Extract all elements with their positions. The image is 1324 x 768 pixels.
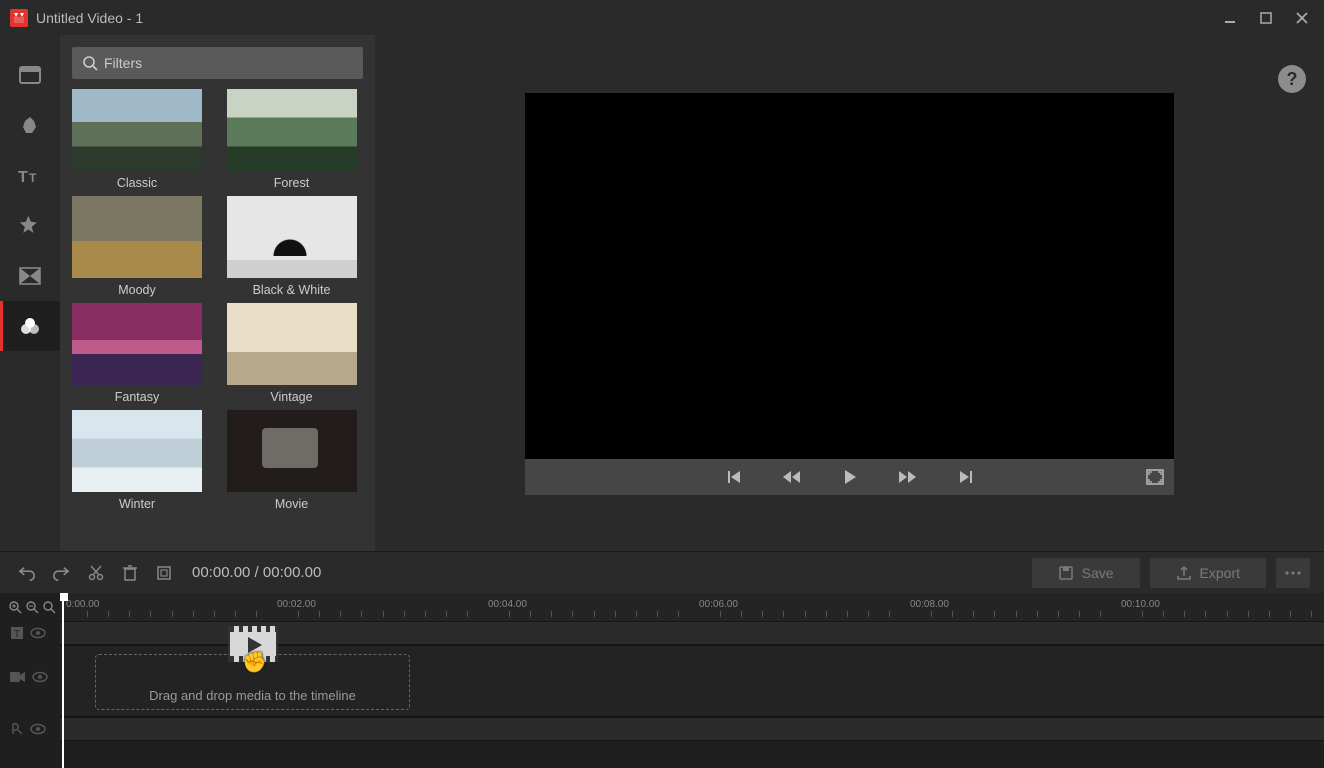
ruler-label: 00:10.00 [1121, 599, 1160, 610]
skip-start-button[interactable] [726, 469, 742, 485]
title-bar: Untitled Video - 1 [0, 0, 1324, 35]
filter-item-classic[interactable]: Classic [72, 89, 202, 190]
rail-media[interactable] [0, 51, 60, 101]
drag-clip-icon: ✊ [228, 626, 282, 674]
help-button[interactable]: ? [1278, 65, 1306, 93]
video-track-icon [10, 671, 26, 683]
filters-panel: Classic Forest Moody Black & White Fantasy Vi… [60, 35, 375, 551]
zoom-fit-button[interactable] [42, 600, 56, 614]
filter-item-fantasy[interactable]: Fantasy [72, 303, 202, 404]
filter-thumb [72, 196, 202, 278]
filter-thumb [227, 89, 357, 171]
app-icon [10, 9, 28, 27]
timeline-toolbar: 00:00.00 / 00:00.00 Save Export [0, 551, 1324, 593]
window-title: Untitled Video - 1 [36, 10, 143, 26]
cut-button[interactable] [82, 559, 110, 587]
filter-label: Movie [227, 497, 357, 511]
time-ruler[interactable]: 0:00.00 00:02.00 00:04.00 00:06.00 00:08.00 0… [60, 593, 1324, 621]
filter-label: Moody [72, 283, 202, 297]
rail-text[interactable]: TT [0, 151, 60, 201]
video-track[interactable]: Drag and drop media to the timeline ✊ [60, 645, 1324, 717]
filter-thumb [72, 303, 202, 385]
filter-label: Winter [72, 497, 202, 511]
rail-transition[interactable] [0, 251, 60, 301]
skip-end-button[interactable] [958, 469, 974, 485]
preview-area: ? [375, 35, 1324, 551]
playhead-time: 00:00.00 / 00:00.00 [192, 564, 321, 581]
text-track-visibility[interactable] [30, 627, 46, 639]
undo-button[interactable] [14, 559, 42, 587]
audio-track-icon [10, 722, 24, 736]
preview-canvas [525, 93, 1174, 459]
filter-item-forest[interactable]: Forest [227, 89, 357, 190]
filter-thumb [227, 303, 357, 385]
filter-thumb [227, 196, 357, 278]
drop-hint: Drag and drop media to the timeline [149, 688, 356, 703]
maximize-button[interactable] [1254, 6, 1278, 30]
ruler-label: 00:02.00 [277, 599, 316, 610]
redo-button[interactable] [48, 559, 76, 587]
zoom-in-button[interactable] [8, 600, 22, 614]
filter-thumb [72, 89, 202, 171]
hand-cursor-icon: ✊ [242, 650, 267, 675]
crop-button[interactable] [150, 559, 178, 587]
more-button[interactable] [1276, 558, 1310, 588]
filter-item-black-&-white[interactable]: Black & White [227, 196, 357, 297]
fullscreen-button[interactable] [1146, 459, 1164, 495]
save-button[interactable]: Save [1032, 558, 1140, 588]
close-button[interactable] [1290, 6, 1314, 30]
ruler-label: 00:06.00 [699, 599, 738, 610]
playhead[interactable] [62, 593, 64, 768]
ruler-label: 00:08.00 [910, 599, 949, 610]
save-label: Save [1082, 565, 1114, 581]
ruler-label: 00:04.00 [488, 599, 527, 610]
timeline: T 0:00.00 00:02.00 00:04.00 00:06.00 00:08.0… [0, 593, 1324, 768]
audio-track[interactable] [60, 717, 1324, 741]
search-input[interactable] [104, 55, 353, 71]
filter-item-movie[interactable]: Movie [227, 410, 357, 511]
svg-text:T: T [29, 171, 37, 185]
delete-button[interactable] [116, 559, 144, 587]
rewind-button[interactable] [782, 469, 802, 485]
filter-label: Vintage [227, 390, 357, 404]
filter-label: Fantasy [72, 390, 202, 404]
svg-text:T: T [18, 169, 28, 186]
filter-item-vintage[interactable]: Vintage [227, 303, 357, 404]
video-track-visibility[interactable] [32, 671, 48, 683]
export-button[interactable]: Export [1150, 558, 1266, 588]
rail-color[interactable] [0, 301, 60, 351]
search-box[interactable] [72, 47, 363, 79]
rail-effects[interactable] [0, 201, 60, 251]
rail-shape[interactable] [0, 101, 60, 151]
play-button[interactable] [842, 469, 858, 485]
fast-forward-button[interactable] [898, 469, 918, 485]
ruler-label: 0:00.00 [66, 599, 99, 610]
sidebar-rail: TT [0, 35, 60, 551]
minimize-button[interactable] [1218, 6, 1242, 30]
zoom-out-button[interactable] [25, 600, 39, 614]
filter-item-winter[interactable]: Winter [72, 410, 202, 511]
filter-thumb [227, 410, 357, 492]
text-track-icon: T [10, 626, 24, 640]
filter-label: Black & White [227, 283, 357, 297]
filter-label: Classic [72, 176, 202, 190]
svg-text:T: T [14, 629, 20, 640]
filter-thumb [72, 410, 202, 492]
preview-controls [525, 459, 1174, 495]
filter-label: Forest [227, 176, 357, 190]
audio-track-visibility[interactable] [30, 723, 46, 735]
export-label: Export [1200, 565, 1240, 581]
filter-item-moody[interactable]: Moody [72, 196, 202, 297]
